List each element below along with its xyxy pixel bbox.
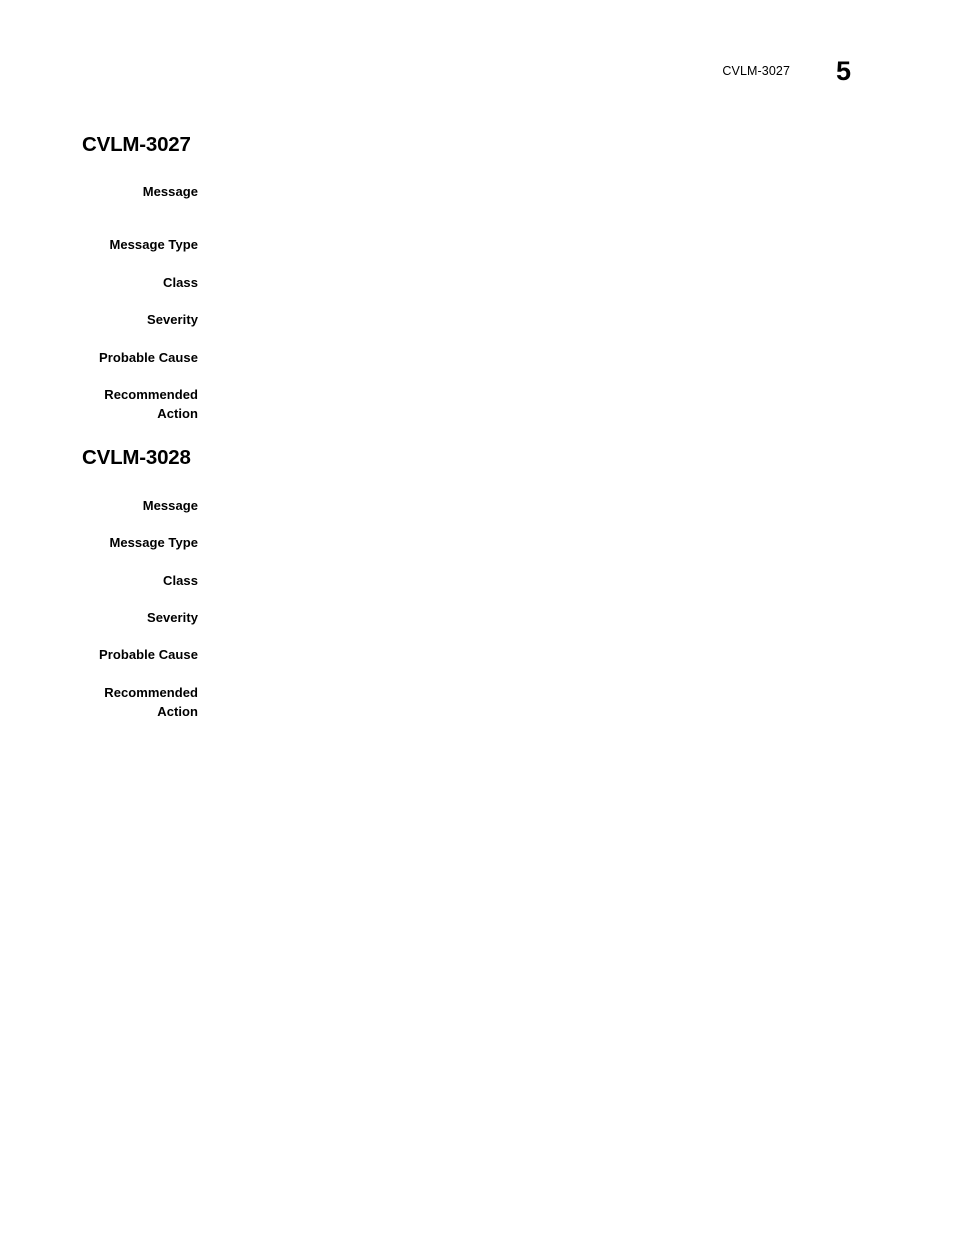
field-label: Recommended Action: [104, 387, 198, 421]
field-label: Message: [142, 498, 198, 513]
field-label: Message Type: [109, 535, 198, 550]
section-heading: CVLM-3027: [82, 133, 191, 156]
field-label: Severity: [147, 312, 198, 327]
section-heading: CVLM-3028: [82, 446, 191, 469]
page-number: 5: [836, 56, 851, 86]
document-page: CVLM-3027 5 CVLM-3027 Message Message Type…: [0, 0, 954, 1235]
field-label: Severity: [147, 610, 198, 625]
field-label: Message: [142, 184, 198, 199]
running-header-title: CVLM-3027: [722, 64, 790, 78]
field-label: Message Type: [109, 237, 198, 252]
field-label: Probable Cause: [99, 350, 198, 365]
field-label: Recommended Action: [104, 685, 198, 719]
field-label: Class: [163, 275, 198, 290]
field-label: Probable Cause: [99, 647, 198, 662]
running-header: CVLM-3027 5: [0, 55, 954, 97]
field-label: Class: [163, 573, 198, 588]
